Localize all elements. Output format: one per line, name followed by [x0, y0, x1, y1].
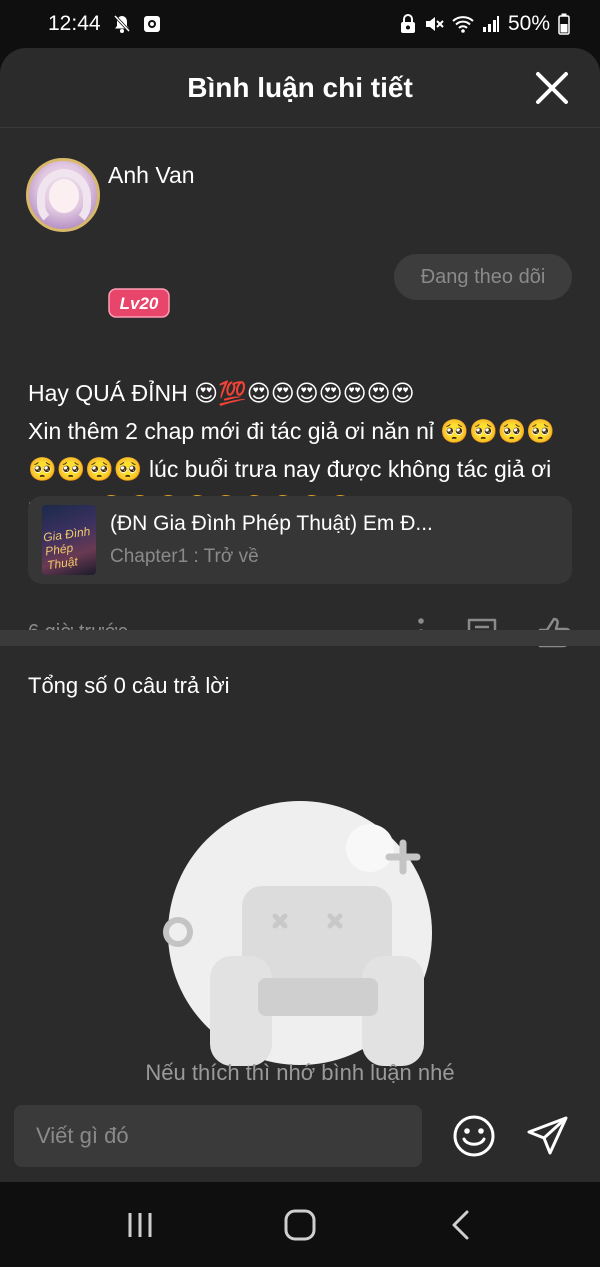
replies-count: Tổng số 0 câu trả lời — [28, 673, 230, 698]
send-button[interactable] — [526, 1114, 570, 1158]
mute-icon — [424, 14, 444, 34]
avatar[interactable] — [26, 158, 100, 232]
emoji-icon — [453, 1115, 495, 1157]
wifi-icon — [452, 15, 474, 33]
comment-input[interactable] — [14, 1105, 422, 1167]
recent-apps-icon — [128, 1212, 152, 1237]
battery-percent: 50% — [507, 12, 550, 35]
comment-text-line1: Hay QUÁ ĐỈNH 😍💯😍😍😍😍😍😍😍 — [28, 380, 415, 406]
recent-apps-button[interactable] — [110, 1195, 170, 1255]
close-button[interactable] — [534, 70, 570, 106]
status-bar: 12:44 50% — [0, 0, 600, 48]
section-divider — [0, 630, 600, 646]
level-badge-shape: Lv20 — [108, 288, 170, 318]
battery-icon — [558, 13, 570, 35]
story-title: (ĐN Gia Đình Phép Thuật) Em Đ... — [110, 512, 433, 535]
level-text: Lv20 — [120, 294, 159, 313]
level-badge: Lv20 — [108, 288, 170, 323]
story-cover: Gia Đình Phép Thuật — [42, 505, 96, 575]
emoji-button[interactable] — [452, 1114, 496, 1158]
lock-icon — [400, 14, 416, 34]
back-button[interactable] — [430, 1195, 490, 1255]
story-chapter: Chapter1 : Trở về — [110, 546, 259, 567]
screen-record-icon — [143, 14, 161, 34]
sheet-header: Bình luận chi tiết — [0, 48, 600, 128]
story-card[interactable]: Gia Đình Phép Thuật (ĐN Gia Đình Phép Th… — [28, 496, 572, 584]
home-icon — [284, 1209, 316, 1240]
avatar-face — [49, 179, 79, 213]
comment-input-bar — [0, 1090, 600, 1182]
system-nav-bar — [0, 1182, 600, 1267]
empty-state-illustration — [160, 788, 440, 1068]
home-button[interactable] — [270, 1195, 330, 1255]
screen: 12:44 50% Bình luận chi tiết Anh Van Lv2… — [0, 0, 600, 1267]
story-info: (ĐN Gia Đình Phép Thuật) Em Đ... Chapter… — [110, 512, 433, 568]
status-right: 50% — [400, 12, 570, 36]
status-left: 12:44 — [48, 12, 161, 36]
empty-state-text: Nếu thích thì nhớ bình luận nhé — [145, 1060, 455, 1085]
follow-button[interactable]: Đang theo dõi — [394, 254, 572, 300]
comment-detail-sheet: Bình luận chi tiết Anh Van Lv20 Đang the… — [0, 48, 600, 1182]
empty-sofa-icon — [163, 801, 432, 1066]
send-icon — [527, 1116, 568, 1155]
notifications-off-icon — [113, 14, 131, 34]
status-time: 12:44 — [48, 12, 101, 35]
user-name[interactable]: Anh Van — [108, 162, 195, 189]
page-title: Bình luận chi tiết — [187, 71, 413, 103]
story-cover-text: Gia Đình Phép Thuật — [42, 524, 92, 573]
back-icon — [452, 1210, 469, 1239]
close-icon — [536, 72, 568, 104]
signal-icon — [482, 15, 500, 33]
